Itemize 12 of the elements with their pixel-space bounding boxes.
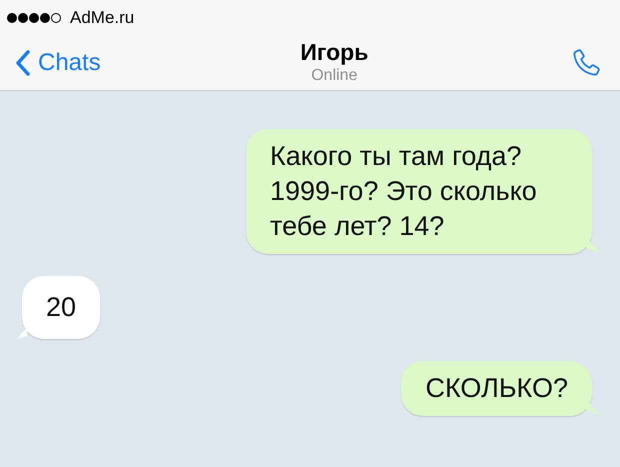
- back-button[interactable]: Chats: [16, 44, 101, 80]
- bubble-tail: [586, 238, 602, 254]
- chevron-left-icon: [16, 50, 30, 76]
- signal-icon: [6, 12, 64, 24]
- bubble-tail: [586, 400, 602, 416]
- bubble-tail: [17, 327, 27, 339]
- outgoing-message: СКОЛЬКО?: [401, 361, 592, 416]
- contact-name: Игорь: [300, 38, 368, 66]
- carrier-name: AdMe.ru: [70, 6, 134, 29]
- incoming-message: 20: [22, 276, 100, 339]
- online-status: Online: [311, 66, 358, 86]
- outgoing-message: Какого ты там года? 1999-го? Это сколько тебе лет? 14?: [246, 129, 592, 254]
